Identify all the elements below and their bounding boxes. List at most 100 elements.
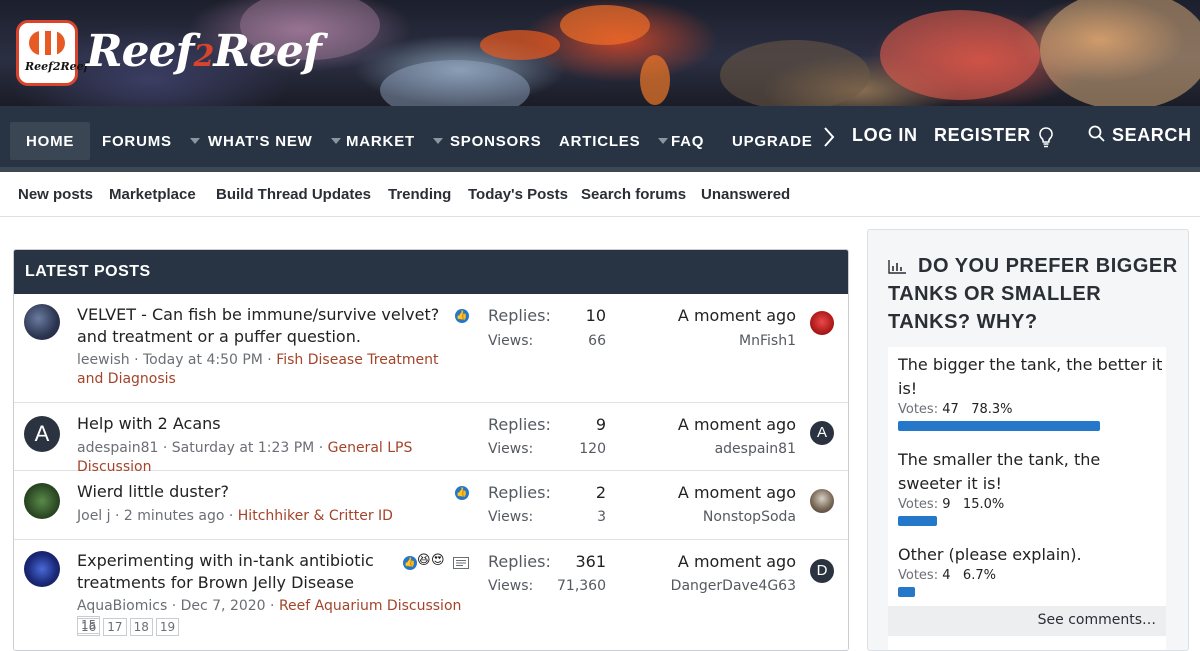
love-reaction-icon: 😍 [431, 553, 445, 568]
thread-author[interactable]: Joel j [77, 508, 111, 524]
views-count: 66 [588, 333, 606, 349]
nav-upgrade[interactable]: UPGRADE [732, 122, 813, 160]
replies-count: 10 [585, 306, 606, 325]
page-link[interactable]: 16 [77, 618, 101, 636]
subnav-search-forums[interactable]: Search forums [581, 186, 686, 203]
caret-down-icon[interactable] [330, 138, 341, 144]
search-label: SEARCH [1112, 125, 1192, 145]
caret-down-icon[interactable] [189, 138, 200, 144]
thread-row[interactable]: VELVET - Can fish be immune/survive velv… [14, 294, 848, 403]
subnav-new-posts[interactable]: New posts [18, 186, 93, 203]
thread-forum[interactable]: Reef Aquarium Discussion [279, 598, 461, 614]
logo-badge[interactable]: Reef2Reef [16, 20, 88, 86]
nav-sponsors[interactable]: SPONSORS [450, 122, 541, 160]
nav-home[interactable]: HOME [10, 122, 91, 160]
nav-faq[interactable]: FAQ [671, 122, 704, 160]
thread-title[interactable]: Experimenting with in-tank antibiotic tr… [77, 550, 397, 594]
thread-author[interactable]: AquaBiomics [77, 598, 167, 614]
caret-down-icon[interactable] [658, 138, 669, 144]
thread-row[interactable]: A Help with 2 Acans adespain81 · Saturda… [14, 403, 848, 475]
like-icon: 👍 [403, 556, 417, 570]
bar-chart-icon [888, 259, 906, 274]
avatar[interactable] [24, 483, 60, 519]
site-logo[interactable]: Reef2Reef [86, 26, 322, 77]
thread-date[interactable]: Dec 7, 2020 [181, 598, 266, 614]
votes-percent: 6.7% [962, 568, 996, 583]
votes-label: Votes: [898, 497, 939, 512]
thread-date[interactable]: 2 minutes ago [124, 508, 225, 524]
chevron-right-icon[interactable] [822, 126, 836, 153]
subnav-unanswered[interactable]: Unanswered [701, 186, 790, 203]
thread-title[interactable]: Help with 2 Acans [77, 413, 447, 435]
subnav-build-thread-updates[interactable]: Build Thread Updates [216, 186, 371, 203]
thread-row[interactable]: Wierd little duster? 👍 Joel j · 2 minute… [14, 471, 848, 540]
thread-author[interactable]: leewish [77, 352, 130, 368]
latest-posts-block: LATEST POSTS VELVET - Can fish be immune… [13, 249, 849, 651]
subnav-marketplace[interactable]: Marketplace [109, 186, 196, 203]
header-banner: Reef2Reef Reef2Reef [0, 0, 1200, 106]
poll-bar [898, 421, 1100, 431]
banner-coral [880, 10, 1040, 100]
last-poster-avatar[interactable] [810, 489, 834, 513]
poll-results: The bigger the tank, the better it is! V… [888, 347, 1166, 650]
poll-option-text: The smaller the tank, the sweeter it is! [898, 450, 1101, 493]
last-post-time[interactable]: A moment ago [678, 483, 796, 502]
nav-whats-new[interactable]: WHAT'S NEW [208, 122, 341, 160]
register-link[interactable]: REGISTER [934, 125, 1031, 146]
last-post-user[interactable]: NonstopSoda [703, 509, 796, 525]
thread-author[interactable]: adespain81 [77, 440, 158, 456]
thread-forum[interactable]: Hitchhiker & Critter ID [238, 508, 393, 524]
subnav-trending[interactable]: Trending [388, 186, 451, 203]
last-post-time[interactable]: A moment ago [678, 306, 796, 325]
avatar[interactable] [24, 551, 60, 587]
poll-option-text: Other (please explain). [898, 545, 1082, 564]
subnav-todays-posts[interactable]: Today's Posts [468, 186, 568, 203]
nav-market-label: MARKET [346, 132, 415, 150]
page-link[interactable]: 18 [129, 618, 153, 636]
last-post-user[interactable]: DangerDave4G63 [671, 578, 796, 594]
banner-fish [640, 55, 670, 105]
views-count: 3 [597, 509, 606, 525]
login-link[interactable]: LOG IN [852, 125, 918, 146]
nav-market[interactable]: MARKET [346, 122, 443, 160]
replies-count: 2 [595, 483, 606, 502]
page-link[interactable]: 19 [155, 618, 180, 636]
lightbulb-icon[interactable] [1038, 126, 1054, 153]
votes-label: Votes: [898, 568, 939, 583]
poll-option-text: The bigger the tank, the better it is! [898, 355, 1163, 398]
last-poster-avatar[interactable]: A [810, 421, 834, 445]
nav-faq-label: FAQ [671, 132, 705, 150]
latest-posts-header[interactable]: LATEST POSTS [14, 250, 848, 294]
thread-title[interactable]: VELVET - Can fish be immune/survive velv… [77, 304, 447, 348]
avatar[interactable]: A [24, 416, 60, 452]
views-count: 71,360 [557, 578, 606, 594]
nav-sponsors-label: SPONSORS [450, 132, 542, 150]
banner-coral [380, 60, 530, 106]
logo-text-left: Reef [86, 26, 194, 77]
thread-date[interactable]: Today at 4:50 PM [143, 352, 263, 368]
nav-forums[interactable]: FORUMS [102, 122, 200, 160]
article-icon [453, 557, 469, 569]
logo-text-mid: 2 [193, 39, 214, 74]
last-post-time[interactable]: A moment ago [678, 415, 796, 434]
nav-articles[interactable]: ARTICLES [559, 122, 669, 160]
last-poster-avatar[interactable]: D [810, 559, 834, 583]
thread-date[interactable]: Saturday at 1:23 PM [172, 440, 314, 456]
page-link[interactable]: 17 [103, 618, 127, 636]
nav-whats-new-label: WHAT'S NEW [208, 132, 313, 150]
last-poster-avatar[interactable] [810, 311, 834, 335]
last-post-user[interactable]: MnFish1 [739, 333, 796, 349]
caret-down-icon[interactable] [432, 138, 443, 144]
thread-title[interactable]: Wierd little duster? [77, 481, 447, 503]
votes-count: 4 [942, 568, 951, 583]
last-post-time[interactable]: A moment ago [678, 552, 796, 571]
see-comments-button[interactable]: See comments… [888, 606, 1166, 636]
poll-title[interactable]: DO YOU PREFER BIGGER TANKS OR SMALLER TA… [888, 252, 1178, 336]
views-count: 120 [579, 441, 606, 457]
last-post-user[interactable]: adespain81 [715, 441, 796, 457]
nav-forums-label: FORUMS [102, 132, 172, 150]
thread-row[interactable]: Experimenting with in-tank antibiotic tr… [14, 540, 848, 650]
nav-upgrade-label: UPGRADE [732, 132, 813, 150]
avatar[interactable] [24, 304, 60, 340]
search-button[interactable]: SEARCH [1088, 125, 1192, 146]
